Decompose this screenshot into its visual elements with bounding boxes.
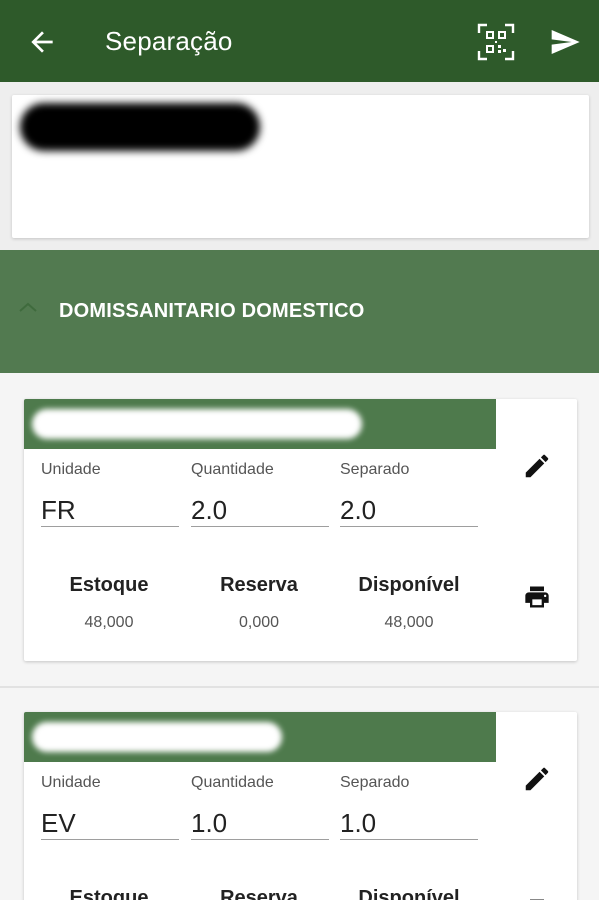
quantidade-field[interactable]: Quantidade 1.0 xyxy=(191,774,329,840)
quantidade-field[interactable]: Quantidade 2.0 xyxy=(191,461,329,527)
edit-icon[interactable] xyxy=(522,451,552,481)
item-section: Unidade EV Quantidade 1.0 Separado 1.0 E… xyxy=(0,688,599,900)
separado-value[interactable]: 1.0 xyxy=(340,806,478,840)
group-header[interactable]: DOMISSANITARIO DOMESTICO xyxy=(0,250,599,373)
separado-label: Separado xyxy=(340,461,410,478)
quantidade-value[interactable]: 2.0 xyxy=(191,493,329,527)
group-title: DOMISSANITARIO DOMESTICO xyxy=(59,300,365,322)
unidade-field: Unidade FR xyxy=(41,461,179,527)
disponivel-stat: Disponível xyxy=(334,887,484,900)
separado-field[interactable]: Separado 1.0 xyxy=(340,774,478,840)
estoque-value: 48,000 xyxy=(84,614,134,631)
reserva-label: Reserva xyxy=(220,574,298,596)
send-icon[interactable] xyxy=(548,26,582,58)
disponivel-value: 48,000 xyxy=(384,614,434,631)
disponivel-label: Disponível xyxy=(358,574,460,596)
reserva-stat: Reserva xyxy=(184,887,334,900)
quantidade-value[interactable]: 1.0 xyxy=(191,806,329,840)
unidade-value: EV xyxy=(41,806,179,840)
estoque-label: Estoque xyxy=(69,574,149,596)
reserva-value: 0,000 xyxy=(238,614,280,631)
separado-field[interactable]: Separado 2.0 xyxy=(340,461,478,527)
redacted-text xyxy=(20,103,260,151)
unidade-label: Unidade xyxy=(41,774,101,791)
edit-icon[interactable] xyxy=(522,764,552,794)
print-icon[interactable] xyxy=(522,583,552,611)
chevron-up-icon[interactable] xyxy=(18,300,38,314)
quantidade-label: Quantidade xyxy=(191,461,274,478)
arrow-back-icon[interactable] xyxy=(26,26,58,58)
disponivel-label: Disponível xyxy=(358,887,460,900)
item-card: Unidade EV Quantidade 1.0 Separado 1.0 E… xyxy=(24,712,577,900)
unidade-label: Unidade xyxy=(41,461,101,478)
separado-label: Separado xyxy=(340,774,410,791)
order-info-card xyxy=(12,95,589,238)
separado-value[interactable]: 2.0 xyxy=(340,493,478,527)
estoque-stat: Estoque xyxy=(34,887,184,900)
redacted-text xyxy=(32,722,282,752)
item-title-bar xyxy=(24,712,496,762)
print-icon[interactable] xyxy=(522,896,552,900)
unidade-value: FR xyxy=(41,493,179,527)
estoque-label: Estoque xyxy=(69,887,149,900)
reserva-label: Reserva xyxy=(220,887,298,900)
page-title: Separação xyxy=(105,26,233,56)
quantidade-label: Quantidade xyxy=(191,774,274,791)
unidade-field: Unidade EV xyxy=(41,774,179,840)
item-section: Unidade FR Quantidade 2.0 Separado 2.0 E… xyxy=(0,373,599,686)
estoque-stat: Estoque 48,000 xyxy=(34,574,184,632)
qr-code-scan-icon[interactable] xyxy=(476,22,516,62)
redacted-text xyxy=(32,409,362,439)
app-bar: Separação xyxy=(0,0,599,82)
disponivel-stat: Disponível 48,000 xyxy=(334,574,484,632)
reserva-stat: Reserva 0,000 xyxy=(184,574,334,632)
item-card: Unidade FR Quantidade 2.0 Separado 2.0 E… xyxy=(24,399,577,661)
item-title-bar xyxy=(24,399,496,449)
